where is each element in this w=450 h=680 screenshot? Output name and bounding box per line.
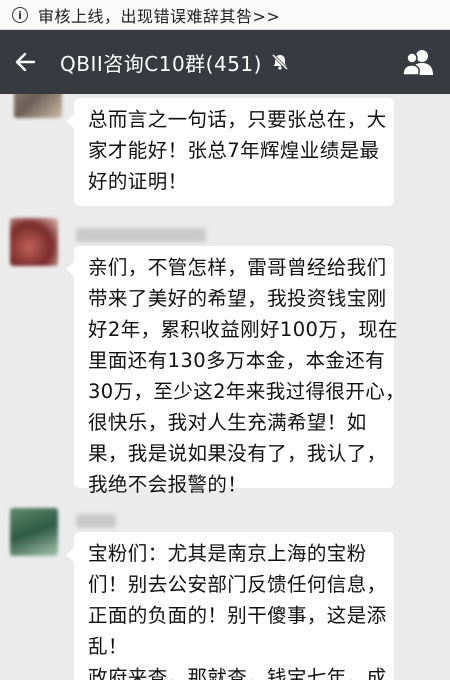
- group-members-icon[interactable]: [402, 48, 436, 80]
- message-line: 很快乐，我对人生充满希望！如: [88, 411, 367, 434]
- info-icon: i: [12, 6, 28, 23]
- message-bubble[interactable]: 亲们，不管怎样，雷哥曾经给我们 带来了美好的希望，我投资钱宝刚 好2年，累积收益…: [66, 246, 406, 496]
- message-line: 我绝不会报警的！: [88, 473, 248, 496]
- message-list[interactable]: 总而言之一句话，只要张总在，大 家才能好！张总7年辉煌业绩是最 好的证明！ 亲们…: [0, 94, 450, 680]
- message-line: 总而言之一句话，只要张总在，大: [88, 108, 387, 131]
- message-line: 亲们，不管怎样，雷哥曾经给我们: [88, 256, 387, 279]
- message-line: 乱！: [88, 635, 128, 658]
- notice-banner[interactable]: i 审核上线，出现错误难辞其咎>>: [0, 0, 450, 30]
- message-line: 带来了美好的希望，我投资钱宝刚: [88, 287, 387, 310]
- sender-nickname: [76, 514, 116, 528]
- sender-nickname: [76, 228, 206, 242]
- chat-title-bar: QBII咨询C10群(451): [0, 30, 450, 94]
- mute-bell-icon: [270, 52, 290, 72]
- message-line: 宝粉们：尤其是南京上海的宝粉: [88, 542, 367, 565]
- back-arrow-icon[interactable]: [0, 30, 50, 94]
- message-line: 们！别去公安部门反馈任何信息，: [88, 573, 387, 596]
- sender-avatar[interactable]: [10, 508, 58, 556]
- message-line: 政府来查，那就查，钱宝七年，成: [88, 666, 387, 680]
- message-line: 好2年，累积收益刚好100万，现在: [88, 318, 398, 341]
- message-line: 里面还有130多万本金，本金还有: [88, 349, 386, 372]
- message-line: 30万，至少这2年来我过得很开心，: [88, 380, 406, 403]
- message-bubble[interactable]: 总而言之一句话，只要张总在，大 家才能好！张总7年辉煌业绩是最 好的证明！: [66, 98, 394, 206]
- notice-banner-text: 审核上线，出现错误难辞其咎>>: [38, 6, 281, 26]
- message-line: 正面的负面的！别干傻事，这是添: [88, 604, 387, 627]
- message-bubble[interactable]: 宝粉们：尤其是南京上海的宝粉 们！别去公安部门反馈任何信息， 正面的负面的！别干…: [66, 532, 394, 680]
- sender-avatar[interactable]: [10, 218, 58, 266]
- message-line: 家才能好！张总7年辉煌业绩是最: [88, 139, 380, 162]
- chat-title: QBII咨询C10群(451): [60, 51, 262, 76]
- sender-avatar[interactable]: [14, 94, 62, 118]
- message-line: 果，我是说如果没有了，我认了，: [88, 442, 387, 465]
- message-line: 好的证明！: [88, 170, 188, 193]
